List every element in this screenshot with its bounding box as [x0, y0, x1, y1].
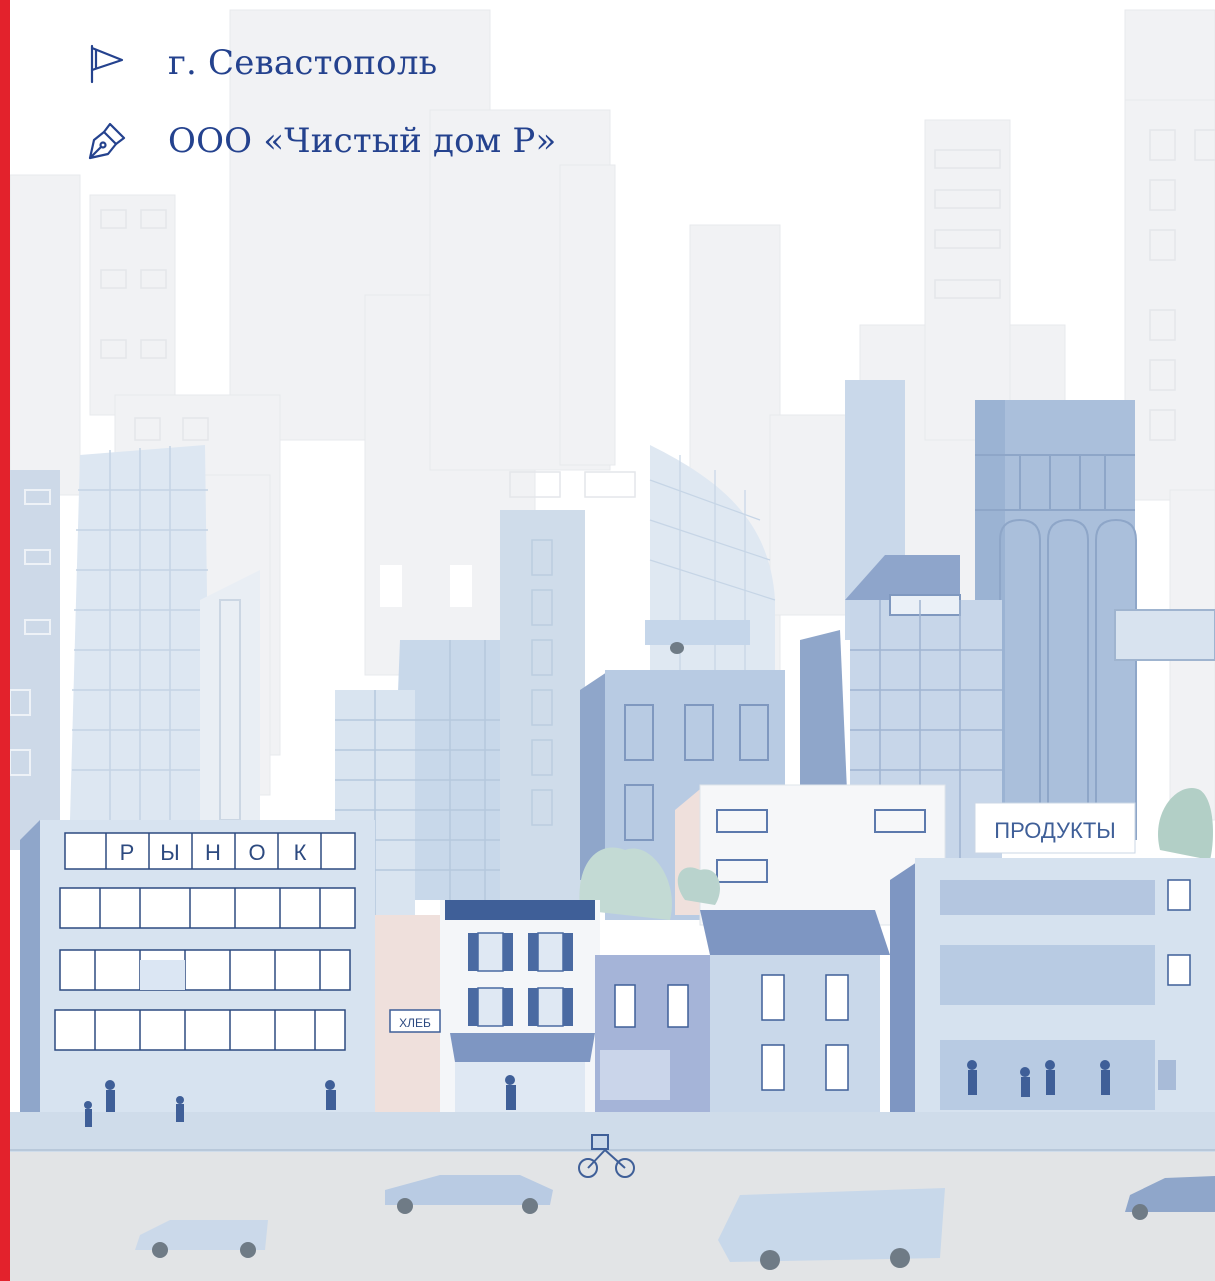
fountain-pen-icon [86, 120, 128, 162]
road [10, 1152, 1215, 1281]
city-skyline-illustration: Р Ы Н О К ХЛЕБ ПРОДУКТЫ [0, 9, 1215, 1281]
company-label: ООО «Чистый дом Р» [168, 121, 557, 161]
market-sign-letter: Р [120, 840, 135, 865]
flag-icon [86, 42, 128, 84]
market-sign-letter: Ы [160, 840, 179, 865]
bakery-street [375, 900, 890, 1115]
market-building [20, 820, 375, 1120]
city-label: г. Севастополь [168, 43, 438, 83]
city-row: г. Севастополь [86, 42, 437, 84]
sidewalk [10, 1112, 1215, 1152]
accent-bar [0, 0, 10, 1281]
market-sign-letter: Н [205, 840, 221, 865]
market-sign-letter: О [248, 840, 265, 865]
grocery-sign: ПРОДУКТЫ [994, 818, 1115, 843]
company-row: ООО «Чистый дом Р» [86, 120, 557, 162]
bakery-sign: ХЛЕБ [399, 1016, 431, 1030]
market-sign-letter: К [294, 840, 307, 865]
city-illustration-card: Р Ы Н О К ХЛЕБ ПРОДУКТЫ г. Севастополь О… [0, 0, 1215, 1281]
